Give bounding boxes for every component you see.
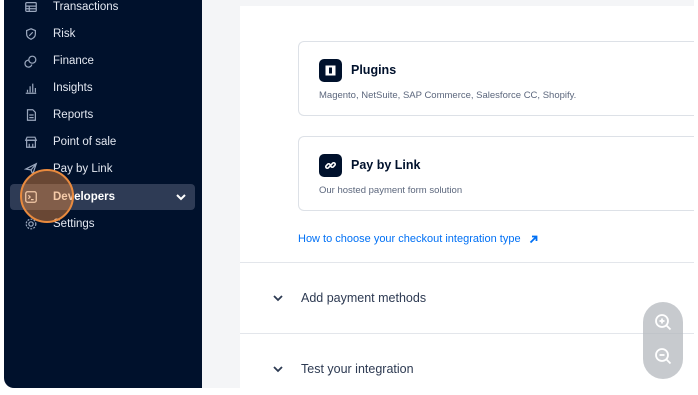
cursor-highlight: [20, 169, 74, 223]
sidebar-item-label: Insights: [53, 82, 93, 94]
chevron-down-icon[interactable]: [175, 191, 187, 203]
sidebar-item-insights[interactable]: Insights: [10, 75, 195, 101]
card-title: Plugins: [351, 63, 397, 77]
card-description: Magento, NetSuite, SAP Commerce, Salesfo…: [319, 90, 577, 101]
section-test-integration[interactable]: Test your integration: [272, 359, 414, 379]
sidebar-item-risk[interactable]: Risk: [10, 21, 195, 47]
page-gutter: [202, 0, 240, 388]
sidebar-item-point-of-sale[interactable]: Point of sale: [10, 129, 195, 155]
zoom-in-icon[interactable]: [651, 310, 675, 334]
card-title: Pay by Link: [351, 158, 421, 172]
storefront-icon: [23, 134, 39, 150]
sidebar-item-transactions[interactable]: Transactions: [10, 0, 195, 20]
link-icon: [319, 154, 342, 177]
chevron-down-icon: [272, 363, 284, 375]
app-window: Transactions Risk Finance Insights Repor…: [4, 0, 694, 388]
section-divider: [240, 333, 694, 334]
card-description: Our hosted payment form solution: [319, 185, 463, 196]
sidebar-item-label: Transactions: [53, 1, 119, 13]
main-content: Plugins Magento, NetSuite, SAP Commerce,…: [202, 0, 694, 388]
plugin-icon: [319, 59, 342, 82]
document-icon: [23, 107, 39, 123]
coins-icon: [23, 53, 39, 69]
section-divider: [240, 262, 694, 263]
sidebar-item-reports[interactable]: Reports: [10, 102, 195, 128]
shield-icon: [23, 26, 39, 42]
sidebar-item-label: Point of sale: [53, 136, 117, 148]
sidebar-item-label: Finance: [53, 55, 94, 67]
chevron-down-icon: [272, 292, 284, 304]
zoom-controls: [643, 302, 683, 379]
help-link-text: How to choose your checkout integration …: [298, 233, 521, 245]
integration-card-pay-by-link[interactable]: Pay by Link Our hosted payment form solu…: [298, 136, 694, 211]
table-icon: [23, 0, 39, 15]
integration-card-plugins[interactable]: Plugins Magento, NetSuite, SAP Commerce,…: [298, 41, 694, 116]
external-link-arrow-icon: [529, 235, 538, 244]
sidebar-item-label: Reports: [53, 109, 94, 121]
bar-chart-icon: [23, 80, 39, 96]
page-top-strip: [240, 0, 694, 6]
section-add-payment-methods[interactable]: Add payment methods: [272, 288, 426, 308]
checkout-integration-help-link[interactable]: How to choose your checkout integration …: [298, 233, 538, 245]
zoom-out-icon[interactable]: [651, 344, 675, 368]
sidebar-item-label: Risk: [53, 28, 76, 40]
section-title: Add payment methods: [301, 291, 427, 305]
sidebar-item-finance[interactable]: Finance: [10, 48, 195, 74]
section-title: Test your integration: [301, 362, 414, 376]
